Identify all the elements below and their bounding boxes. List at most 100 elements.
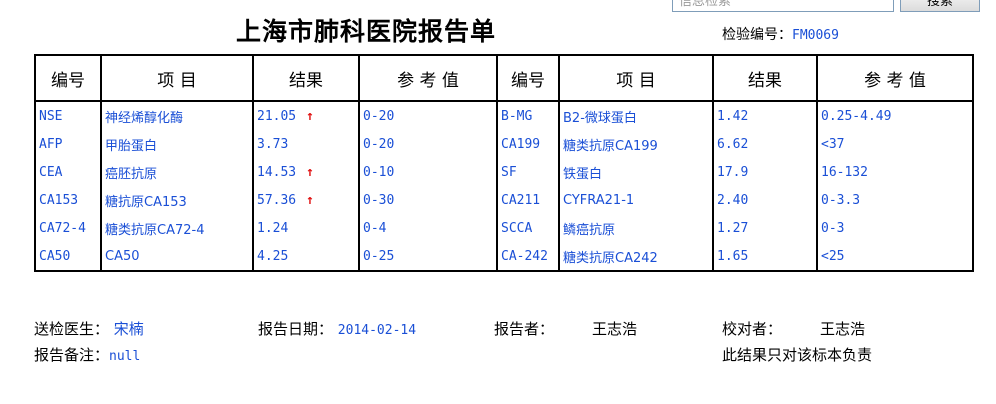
header-result: 结果 <box>252 54 360 102</box>
result-cell: 1.65 <box>712 242 818 271</box>
code-value: CA211 <box>501 192 541 208</box>
reference-value: 0-4 <box>363 220 387 236</box>
code-value: SF <box>501 164 517 180</box>
doctor-field: 送检医生： 宋楠 <box>34 318 144 339</box>
reference-cell: 0.25-4.49 <box>816 101 974 130</box>
result-value: 6.62 <box>717 136 749 152</box>
item-value: 糖类抗原CA242 <box>563 250 658 266</box>
item-value: 鳞癌抗原 <box>563 222 616 238</box>
code-cell: CA-242 <box>496 242 560 271</box>
reference-value: 0-3 <box>821 220 845 236</box>
high-arrow-icon: ↑ <box>306 192 314 208</box>
item-cell: 鳞癌抗原 <box>558 214 714 242</box>
code-value: B-MG <box>501 108 533 124</box>
result-cell: 17.9 <box>712 158 818 186</box>
search-button[interactable]: 搜索 <box>900 0 980 12</box>
result-value: 1.42 <box>717 108 749 124</box>
code-cell: CEA <box>34 158 102 186</box>
code-value: NSE <box>39 108 63 124</box>
reference-cell: 0-3.3 <box>816 186 974 214</box>
serial-value: FM0069 <box>792 28 839 43</box>
table-row: CA153 糖抗原CA153 57.36 ↑ 0-30 CA211 CYFRA21-1 2.4… <box>34 186 974 214</box>
report-table: 编号 项 目 结果 参 考 值 编号 项 目 结果 参 考 值 NSE 神经烯醇化… <box>34 54 974 272</box>
item-cell: 糖抗原CA153 <box>100 186 254 214</box>
reference-value: <37 <box>821 136 845 152</box>
result-value: 2.40 <box>717 192 749 208</box>
item-cell: 神经烯醇化酶 <box>100 101 254 130</box>
result-cell: 14.53 ↑ <box>252 158 360 186</box>
item-value: 甲胎蛋白 <box>105 138 158 154</box>
doctor-value: 宋楠 <box>113 320 144 338</box>
reference-value: <25 <box>821 248 845 264</box>
code-value: CA72-4 <box>39 220 86 236</box>
header-result: 结果 <box>712 54 818 102</box>
item-cell: 糖类抗原CA199 <box>558 130 714 158</box>
header-item: 项 目 <box>558 54 714 102</box>
item-value: 糖类抗原CA199 <box>563 138 658 154</box>
code-cell: B-MG <box>496 101 560 130</box>
code-value: SCCA <box>501 220 533 236</box>
checker-value: 王志浩 <box>820 320 866 338</box>
reporter-value: 王志浩 <box>592 320 638 338</box>
result-value: 1.65 <box>717 248 749 264</box>
item-value: 糖类抗原CA72-4 <box>105 222 205 238</box>
item-cell: 铁蛋白 <box>558 158 714 186</box>
table-row: CA72-4 糖类抗原CA72-4 1.24 0-4 SCCA 鳞癌抗原 1.27 0-3 <box>34 214 974 242</box>
code-value: AFP <box>39 136 63 152</box>
disclaimer: 此结果只对该标本负责 <box>722 346 873 364</box>
result-cell: 4.25 <box>252 242 360 271</box>
header-code: 编号 <box>496 54 560 102</box>
code-value: CA199 <box>501 136 541 152</box>
high-arrow-icon: ↑ <box>306 164 314 180</box>
result-value: 4.25 <box>257 248 289 264</box>
item-value: 糖抗原CA153 <box>105 194 187 210</box>
reference-cell: 0-20 <box>358 101 498 130</box>
reference-cell: 0-10 <box>358 158 498 186</box>
result-cell: 21.05 ↑ <box>252 101 360 130</box>
item-cell: CA50 <box>100 242 254 271</box>
table-row: AFP 甲胎蛋白 3.73 0-20 CA199 糖类抗原CA199 6.62 <37 <box>34 130 974 158</box>
table-row: CA50 CA50 4.25 0-25 CA-242 糖类抗原CA242 1.65 <25 <box>34 242 974 271</box>
header-reference: 参 考 值 <box>816 54 974 102</box>
code-cell: CA50 <box>34 242 102 271</box>
reference-cell: 0-30 <box>358 186 498 214</box>
code-value: CA-242 <box>501 248 548 264</box>
reference-value: 0-25 <box>363 248 395 264</box>
item-value: 神经烯醇化酶 <box>105 110 184 126</box>
checker-field: 校对者： <box>722 318 782 339</box>
result-cell: 57.36 ↑ <box>252 186 360 214</box>
table-header-row: 编号 项 目 结果 参 考 值 编号 项 目 结果 参 考 值 <box>34 54 974 102</box>
reporter-field: 报告者： <box>494 318 554 339</box>
code-value: CEA <box>39 164 63 180</box>
result-value: 3.73 <box>257 136 289 152</box>
reference-value: 0-30 <box>363 192 395 208</box>
code-cell: CA199 <box>496 130 560 158</box>
item-value: 癌胚抗原 <box>105 166 158 182</box>
reference-value: 0-10 <box>363 164 395 180</box>
reference-cell: <25 <box>816 242 974 271</box>
result-value: 1.27 <box>717 220 749 236</box>
result-value: 21.05 <box>257 108 297 124</box>
reference-cell: <37 <box>816 130 974 158</box>
reporter-label: 报告者： <box>494 320 555 338</box>
search-input[interactable]: 信息检索 <box>672 0 894 12</box>
table-row: CEA 癌胚抗原 14.53 ↑ 0-10 SF 铁蛋白 17.9 16-132 <box>34 158 974 186</box>
reference-cell: 0-4 <box>358 214 498 242</box>
reference-cell: 0-25 <box>358 242 498 271</box>
report-date-label: 报告日期： <box>258 320 334 338</box>
result-value: 57.36 <box>257 192 297 208</box>
reference-cell: 0-20 <box>358 130 498 158</box>
reference-value: 0-3.3 <box>821 192 861 208</box>
code-cell: AFP <box>34 130 102 158</box>
code-cell: CA211 <box>496 186 560 214</box>
code-value: CA153 <box>39 192 79 208</box>
item-cell: 糖类抗原CA242 <box>558 242 714 271</box>
item-cell: 甲胎蛋白 <box>100 130 254 158</box>
report-date-value: 2014-02-14 <box>337 323 417 338</box>
serial-number: 检验编号：FM0069 <box>722 24 839 44</box>
item-value: CYFRA21-1 <box>563 192 635 208</box>
result-cell: 1.27 <box>712 214 818 242</box>
item-cell: 癌胚抗原 <box>100 158 254 186</box>
result-cell: 6.62 <box>712 130 818 158</box>
code-cell: SCCA <box>496 214 560 242</box>
